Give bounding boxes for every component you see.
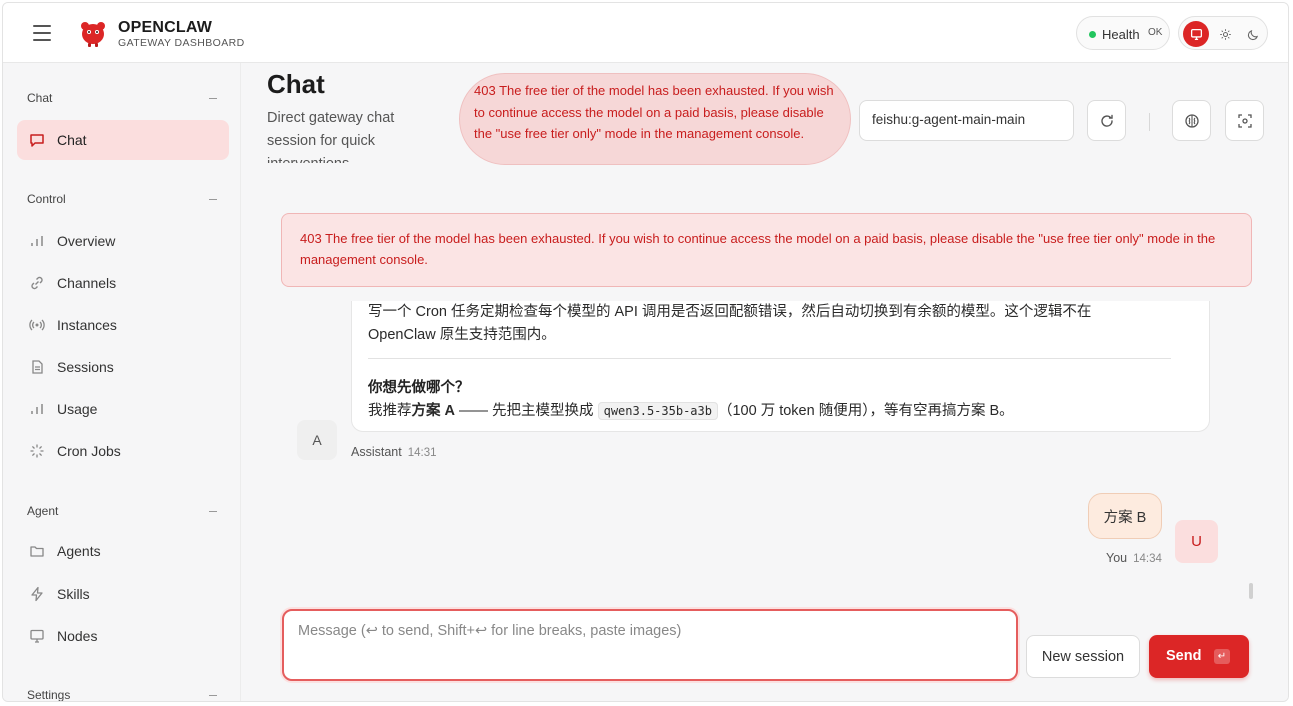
sidebar-item-label: Agents	[57, 543, 101, 559]
divider	[368, 358, 1171, 359]
brain-icon	[1184, 113, 1199, 128]
zap-icon	[31, 586, 43, 602]
model-code: qwen3.5-35b-a3b	[597, 402, 718, 420]
bar-chart-icon	[31, 236, 43, 246]
page-title: Chat	[267, 69, 325, 99]
brain-button[interactable]	[1172, 100, 1211, 141]
moon-icon[interactable]	[1240, 21, 1266, 47]
scrollbar[interactable]	[1249, 583, 1253, 599]
sidebar-section-settings: Settings	[27, 688, 71, 702]
sidebar-section-agent: Agent	[27, 504, 59, 518]
health-status-dot	[1089, 31, 1096, 38]
assistant-recommendation: 我推荐方案 A —— 先把主模型换成 qwen3.5-35b-a3b （100 万…	[368, 399, 1014, 420]
enter-key-icon: ↵	[1214, 649, 1230, 664]
menu-icon[interactable]	[33, 25, 51, 41]
collapse-icon[interactable]	[209, 511, 217, 512]
chat-main: Chat Direct gateway chat session for qui…	[241, 63, 1288, 701]
sidebar-item-skills[interactable]: Skills	[17, 574, 229, 614]
sidebar-section-chat: Chat	[27, 91, 53, 105]
send-button[interactable]: Send ↵	[1149, 635, 1249, 678]
page-subtitle: Direct gateway chat session for quick in…	[267, 110, 395, 163]
sidebar-item-channels[interactable]: Channels	[17, 263, 229, 303]
file-icon	[32, 360, 43, 374]
rec-mid: —— 先把主模型换成	[455, 403, 598, 419]
collapse-icon[interactable]	[209, 695, 217, 696]
sidebar-item-label: Usage	[57, 401, 98, 417]
app-subtitle: GATEWAY DASHBOARD	[118, 37, 245, 49]
send-label: Send	[1166, 648, 1202, 664]
sidebar-item-label: Skills	[57, 586, 90, 602]
app-window: OPENCLAW GATEWAY DASHBOARD Health OK Cha…	[2, 2, 1289, 702]
assistant-message-text: 写一个 Cron 任务定期检查每个模型的 API 调用是否返回配额错误，然后自动…	[368, 304, 1092, 343]
sidebar-item-overview[interactable]: Overview	[17, 221, 229, 261]
collapse-icon[interactable]	[209, 98, 217, 99]
message-input[interactable]	[298, 623, 998, 663]
monitor-icon	[30, 629, 44, 643]
assistant-author: Assistant	[351, 445, 402, 459]
sidebar-item-sessions[interactable]: Sessions	[17, 347, 229, 387]
assistant-avatar: A	[297, 420, 337, 460]
sidebar-item-instances[interactable]: Instances	[17, 305, 229, 345]
rec-prefix: 我推荐	[368, 403, 412, 419]
sidebar-item-cron-jobs[interactable]: Cron Jobs	[17, 431, 229, 471]
user-time: 14:34	[1133, 553, 1162, 565]
sidebar-item-usage[interactable]: Usage	[17, 389, 229, 429]
sidebar-item-label: Cron Jobs	[57, 443, 121, 459]
assistant-question: 你想先做哪个？	[368, 380, 470, 396]
bar-chart-icon	[31, 404, 43, 414]
health-badge: Health OK	[1076, 16, 1170, 50]
user-message: 方案 B	[1088, 493, 1162, 539]
user-meta: You 14:34	[1106, 551, 1162, 565]
error-banner: 403 The free tier of the model has been …	[281, 213, 1252, 287]
user-author: You	[1106, 551, 1128, 565]
refresh-icon	[1100, 114, 1113, 127]
sidebar-item-label: Channels	[57, 275, 117, 291]
refresh-button[interactable]	[1087, 100, 1126, 141]
sidebar-section-control: Control	[27, 192, 66, 206]
rec-bold: 方案 A	[411, 403, 456, 419]
message-composer	[282, 609, 1018, 681]
chat-icon	[30, 134, 44, 147]
rec-suffix: （100 万 token 随便用），等有空再搞方案 B。	[717, 403, 1014, 419]
sidebar-item-chat[interactable]: Chat	[17, 120, 229, 160]
loader-icon	[30, 444, 44, 458]
top-bar: OPENCLAW GATEWAY DASHBOARD Health OK	[3, 3, 1288, 63]
sun-icon[interactable]	[1212, 21, 1238, 47]
app-title: OPENCLAW	[118, 19, 213, 36]
sidebar-item-nodes[interactable]: Nodes	[17, 616, 229, 656]
divider	[1149, 113, 1150, 131]
error-bubble: 403 The free tier of the model has been …	[459, 73, 851, 165]
sidebar-item-label: Overview	[57, 233, 116, 249]
theme-switcher	[1178, 16, 1268, 50]
collapse-icon[interactable]	[209, 199, 217, 200]
monitor-icon[interactable]	[1183, 21, 1209, 47]
radio-icon	[29, 319, 45, 331]
sidebar-item-agents[interactable]: Agents	[17, 531, 229, 571]
sidebar-item-label: Nodes	[57, 628, 98, 644]
session-key-input[interactable]: feishu:g-agent-main-main	[859, 100, 1074, 141]
sidebar-item-label: Sessions	[57, 359, 114, 375]
health-value: OK	[1148, 27, 1163, 38]
user-avatar: U	[1175, 520, 1218, 563]
health-label: Health	[1102, 27, 1140, 42]
sidebar: Chat Chat Control Overview Channels Inst…	[3, 63, 241, 702]
new-session-button[interactable]: New session	[1026, 635, 1140, 678]
focus-icon	[1237, 113, 1252, 128]
assistant-meta: Assistant 14:31	[351, 445, 437, 459]
folder-icon	[30, 546, 44, 557]
focus-button[interactable]	[1225, 100, 1264, 141]
sidebar-item-label: Chat	[57, 132, 87, 148]
assistant-time: 14:31	[407, 447, 437, 459]
openclaw-logo	[81, 22, 105, 47]
sidebar-item-label: Instances	[57, 317, 117, 333]
assistant-message: 写一个 Cron 任务定期检查每个模型的 API 调用是否返回配额错误，然后自动…	[351, 301, 1210, 432]
link-icon	[31, 276, 43, 290]
